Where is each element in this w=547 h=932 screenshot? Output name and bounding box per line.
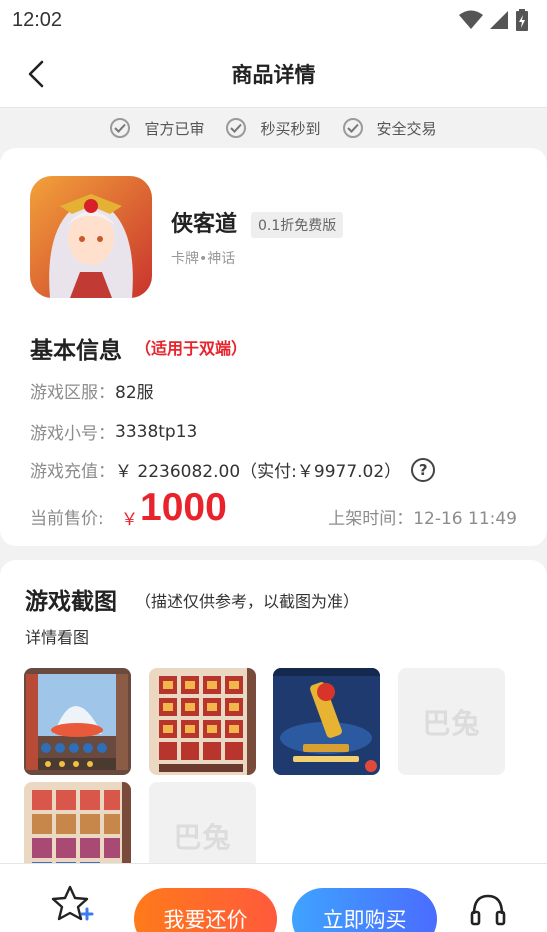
back-button[interactable]: [18, 56, 54, 92]
game-name: 侠客道: [171, 212, 238, 237]
info-label: 游戏区服：: [30, 383, 115, 403]
game-tags: 卡牌•神话: [171, 251, 236, 267]
guarantee-label: 安全交易: [376, 119, 437, 138]
chevron-left-icon: [28, 60, 44, 88]
basic-info-title: 基本信息: [30, 338, 122, 364]
signal-icon: [490, 11, 508, 29]
guarantee-item: 官方已审: [110, 118, 204, 139]
favorite-button[interactable]: [48, 884, 96, 926]
screenshot-placeholder[interactable]: 巴兔: [398, 668, 505, 775]
placeholder-logo: 巴兔: [173, 820, 232, 854]
bottom-action-bar: 我要还价 立即购买: [0, 863, 547, 932]
info-value: ￥ 2236082.00（实付:￥9977.02）: [115, 462, 402, 482]
guarantee-label: 秒买秒到: [260, 119, 321, 138]
product-info-card: 侠客道 0.1折免费版 卡牌•神话 基本信息 （适用于双端） 游戏区服： 82服…: [0, 148, 547, 546]
check-circle-icon: [110, 118, 131, 138]
buy-now-button[interactable]: 立即购买: [292, 888, 437, 932]
basic-info-note: （适用于双端）: [135, 339, 248, 358]
star-plus-icon: [51, 885, 94, 921]
screenshot-thumbnail[interactable]: [24, 668, 131, 775]
screenshots-title: 游戏截图: [25, 589, 117, 615]
counter-offer-button[interactable]: 我要还价: [134, 888, 277, 932]
info-row-account: 游戏小号： 3338tp13: [30, 419, 198, 445]
guarantee-item: 秒买秒到: [226, 118, 321, 139]
status-bar: 12:02: [0, 0, 547, 40]
info-value: 82服: [115, 383, 154, 403]
info-label: 游戏小号：: [30, 424, 115, 444]
info-value: 3338tp13: [115, 421, 198, 442]
info-label: 游戏充值：: [30, 462, 115, 482]
price-currency: ￥: [121, 510, 138, 530]
info-row-server: 游戏区服： 82服: [30, 378, 154, 403]
app-header: 商品详情: [0, 40, 547, 108]
guarantee-label: 官方已审: [144, 119, 205, 138]
guarantee-item: 安全交易: [342, 118, 437, 139]
info-row-recharge: 游戏充值： ￥ 2236082.00（实付:￥9977.02） ?: [30, 457, 436, 482]
page-title: 商品详情: [231, 62, 316, 87]
status-icons: [459, 9, 529, 31]
price-label: 当前售价:: [30, 509, 104, 529]
check-circle-icon: [342, 118, 363, 138]
price-value: 1000: [140, 486, 227, 529]
battery-icon: [516, 9, 528, 31]
screenshots-note: （描述仅供参考，以截图为准）: [135, 592, 360, 611]
version-badge: 0.1折免费版: [251, 212, 344, 238]
game-icon[interactable]: [30, 176, 152, 298]
screenshot-thumbnail[interactable]: [149, 668, 256, 775]
screenshot-thumbnail[interactable]: [273, 668, 380, 775]
status-time: 12:02: [12, 8, 63, 31]
question-circle-icon[interactable]: ?: [411, 457, 436, 482]
wifi-icon: [459, 10, 483, 29]
check-circle-icon: [226, 118, 247, 138]
headset-icon: [470, 894, 506, 926]
listed-time: 上架时间：12-16 11:49: [328, 509, 517, 529]
customer-service-button[interactable]: [468, 890, 508, 930]
guarantee-bar: 官方已审 秒买秒到 安全交易: [0, 108, 547, 148]
screenshots-subtitle: 详情看图: [25, 628, 90, 647]
placeholder-logo: 巴兔: [422, 706, 481, 740]
